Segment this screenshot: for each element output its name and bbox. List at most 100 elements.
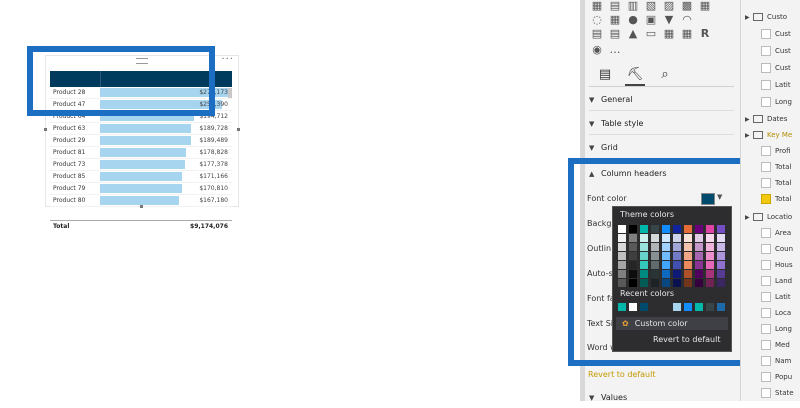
- color-swatch[interactable]: [717, 234, 725, 242]
- color-swatch[interactable]: [640, 279, 648, 287]
- color-swatch[interactable]: [629, 252, 637, 260]
- kpi-icon[interactable]: ▲: [627, 28, 639, 40]
- color-swatch[interactable]: [651, 279, 659, 287]
- color-swatch[interactable]: [695, 261, 703, 269]
- field-item[interactable]: Long: [761, 95, 800, 109]
- color-swatch[interactable]: [651, 261, 659, 269]
- color-swatch[interactable]: [651, 252, 659, 260]
- color-swatch[interactable]: [662, 225, 670, 233]
- color-swatch[interactable]: [662, 270, 670, 278]
- field-checkbox[interactable]: [761, 178, 771, 188]
- color-swatch[interactable]: [673, 243, 681, 251]
- field-checkbox[interactable]: [761, 340, 771, 350]
- resize-handle-left[interactable]: [44, 128, 47, 131]
- r-visual-icon[interactable]: R: [699, 28, 711, 40]
- color-swatch[interactable]: [618, 243, 626, 251]
- color-swatch[interactable]: [706, 261, 714, 269]
- field-item[interactable]: Latit: [761, 290, 800, 304]
- funnel-icon[interactable]: ▼: [663, 14, 675, 26]
- field-item[interactable]: Total: [761, 176, 800, 190]
- color-swatch[interactable]: [618, 261, 626, 269]
- color-swatch[interactable]: [629, 243, 637, 251]
- color-swatch[interactable]: [640, 270, 648, 278]
- field-checkbox[interactable]: [761, 388, 771, 398]
- field-item[interactable]: Total: [761, 160, 800, 174]
- field-checkbox[interactable]: [761, 356, 771, 366]
- waterfall-icon[interactable]: ▧: [645, 0, 657, 12]
- field-item[interactable]: Nam: [761, 354, 800, 368]
- matrix-icon[interactable]: ▦: [681, 28, 693, 40]
- section-table-style[interactable]: ▼ Table style: [589, 114, 734, 135]
- field-table[interactable]: ▶ Locatio: [745, 210, 800, 224]
- color-swatch[interactable]: [673, 261, 681, 269]
- field-checkbox[interactable]: [761, 372, 771, 382]
- resize-handle-right[interactable]: [237, 128, 240, 131]
- field-checkbox[interactable]: [761, 97, 771, 107]
- custom-color-button[interactable]: ✿ Custom color: [616, 317, 728, 330]
- color-swatch[interactable]: [684, 234, 692, 242]
- color-swatch[interactable]: [695, 279, 703, 287]
- color-swatch[interactable]: [629, 270, 637, 278]
- color-swatch[interactable]: [706, 234, 714, 242]
- color-swatch[interactable]: [684, 243, 692, 251]
- field-checkbox[interactable]: [761, 276, 771, 286]
- slicer-icon[interactable]: ▭: [645, 28, 657, 40]
- field-item[interactable]: Profi: [761, 144, 800, 158]
- color-swatch[interactable]: [706, 252, 714, 260]
- field-item[interactable]: Land: [761, 274, 800, 288]
- field-item[interactable]: State: [761, 386, 800, 400]
- recent-color-swatch[interactable]: [618, 303, 626, 311]
- globe-visual-icon[interactable]: ◉: [591, 44, 603, 56]
- color-swatch[interactable]: [673, 225, 681, 233]
- color-swatch[interactable]: [662, 234, 670, 242]
- color-swatch[interactable]: [717, 225, 725, 233]
- expand-arrow-icon[interactable]: ▶: [745, 129, 753, 143]
- map-icon[interactable]: ▦: [609, 14, 621, 26]
- color-swatch[interactable]: [629, 261, 637, 269]
- field-table[interactable]: ▶ Custo: [745, 10, 800, 24]
- field-item[interactable]: Cust: [761, 61, 800, 75]
- recent-color-swatch[interactable]: [717, 303, 725, 311]
- field-checkbox[interactable]: [761, 162, 771, 172]
- color-swatch[interactable]: [684, 225, 692, 233]
- color-swatch[interactable]: [717, 243, 725, 251]
- color-swatch[interactable]: [695, 234, 703, 242]
- ribbon-chart-icon[interactable]: ▥: [627, 0, 639, 12]
- field-item[interactable]: Coun: [761, 242, 800, 256]
- table-row[interactable]: Product 63 $189,728: [50, 123, 232, 135]
- color-swatch[interactable]: [684, 279, 692, 287]
- color-swatch[interactable]: [618, 279, 626, 287]
- multi-card-icon[interactable]: ▤: [609, 28, 621, 40]
- color-swatch[interactable]: [618, 225, 626, 233]
- color-swatch[interactable]: [640, 252, 648, 260]
- field-item[interactable]: Long: [761, 322, 800, 336]
- field-item[interactable]: Hous: [761, 258, 800, 272]
- pie-icon[interactable]: ▩: [681, 0, 693, 12]
- field-item[interactable]: Popu: [761, 370, 800, 384]
- field-item[interactable]: Cust: [761, 27, 800, 41]
- field-checkbox[interactable]: [761, 292, 771, 302]
- color-swatch[interactable]: [651, 243, 659, 251]
- color-swatch[interactable]: [629, 234, 637, 242]
- scrollbar-thumb[interactable]: [228, 88, 232, 98]
- area-chart-icon[interactable]: ▤: [609, 0, 621, 12]
- color-swatch[interactable]: [618, 252, 626, 260]
- recent-color-swatch[interactable]: [629, 303, 637, 311]
- table-row[interactable]: Product 79 $170,810: [50, 183, 232, 195]
- resize-handle-bottom[interactable]: [140, 205, 143, 208]
- field-item[interactable]: Total: [761, 192, 800, 206]
- color-swatch[interactable]: [706, 279, 714, 287]
- color-swatch[interactable]: [640, 243, 648, 251]
- gauge-icon[interactable]: ◠: [681, 14, 693, 26]
- recent-color-swatch[interactable]: [640, 303, 648, 311]
- color-swatch[interactable]: [618, 270, 626, 278]
- field-item[interactable]: Latit: [761, 78, 800, 92]
- color-swatch[interactable]: [695, 252, 703, 260]
- field-checkbox[interactable]: [761, 63, 771, 73]
- color-swatch[interactable]: [651, 225, 659, 233]
- globe-icon[interactable]: ●: [627, 14, 639, 26]
- section-general[interactable]: ▼ General: [589, 90, 734, 111]
- field-checkbox[interactable]: [761, 29, 771, 39]
- color-swatch[interactable]: [706, 243, 714, 251]
- color-swatch[interactable]: [706, 225, 714, 233]
